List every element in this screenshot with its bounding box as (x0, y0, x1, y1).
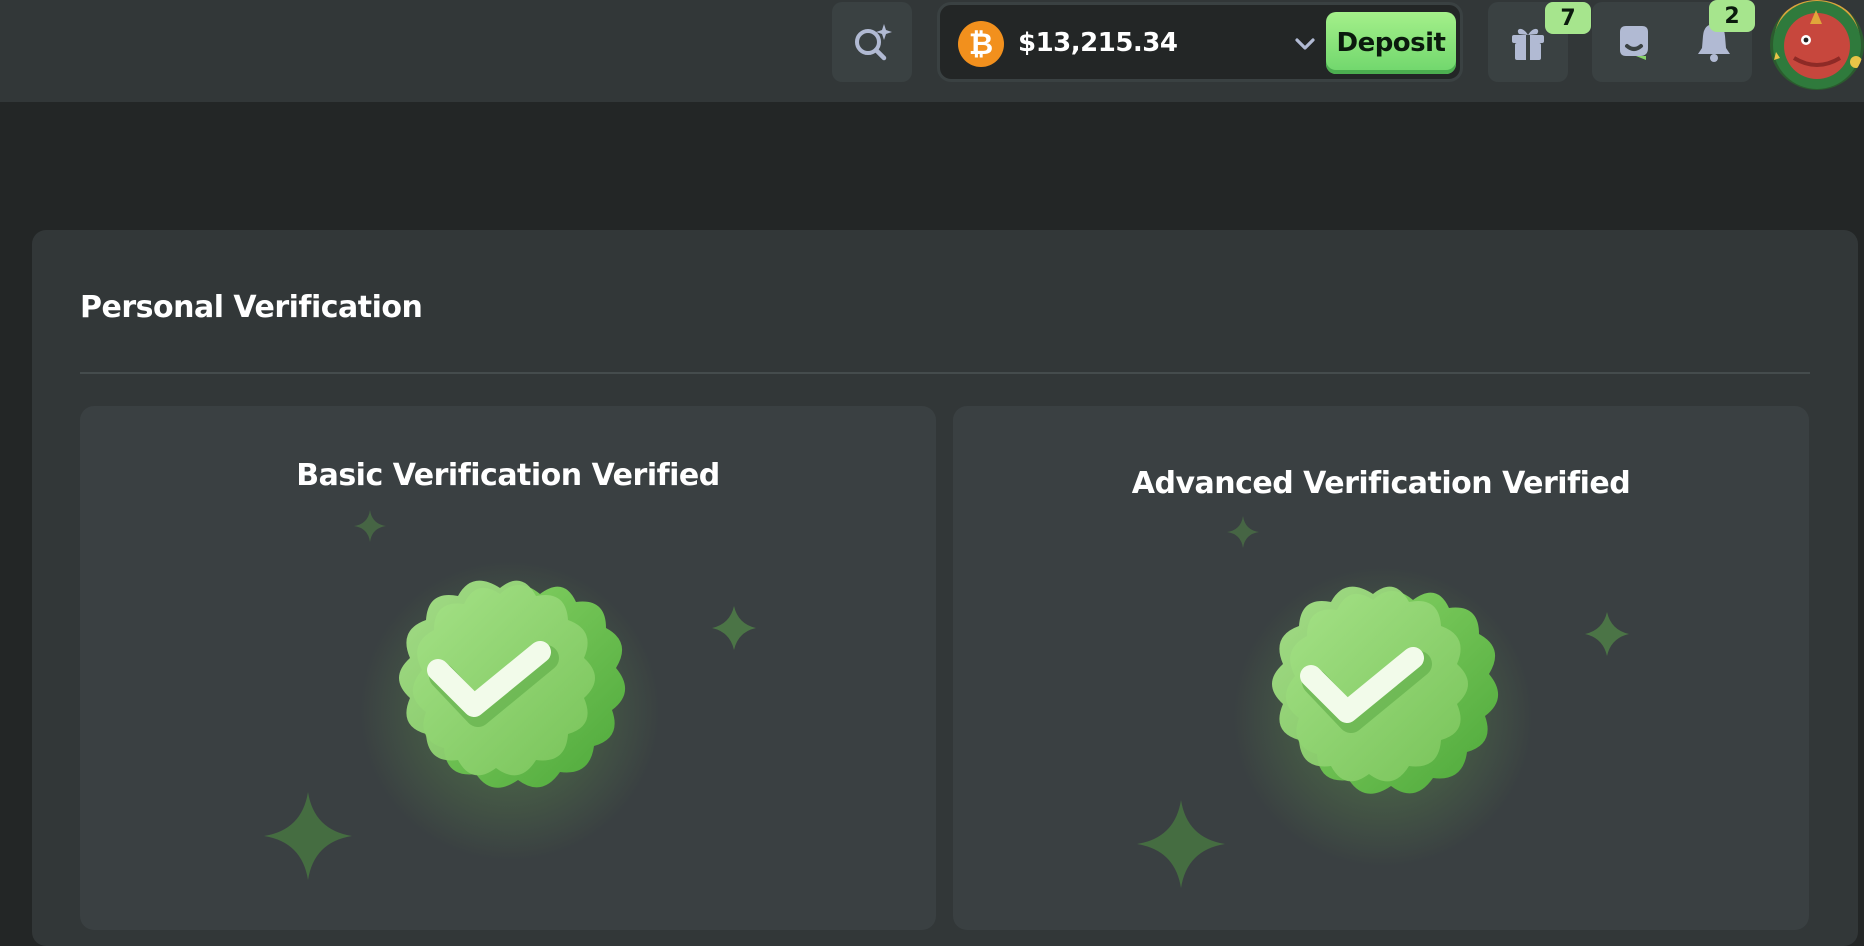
deposit-button[interactable]: Deposit (1326, 12, 1456, 74)
search-sparkle-icon (855, 24, 892, 61)
top-bar: ₿ $13,215.34 Deposit 7 2 (0, 0, 1864, 102)
verified-badge-icon (360, 561, 660, 861)
sparkle-icon (354, 510, 386, 542)
search-button[interactable] (832, 2, 912, 82)
wallet-balance: $13,215.34 (1018, 28, 1178, 58)
sparkle-icon (264, 792, 352, 880)
verified-badge-icon (1233, 567, 1533, 867)
sparkle-icon (1227, 516, 1259, 548)
basic-verification-card: Basic Verification Verified (80, 406, 936, 930)
advanced-verification-label: Advanced Verification Verified (1131, 466, 1631, 501)
notification-count-badge: 2 (1709, 0, 1755, 32)
chevron-down-icon[interactable] (1290, 29, 1320, 59)
page-title: Personal Verification (80, 290, 423, 325)
gift-count-badge: 7 (1545, 2, 1591, 34)
sparkle-icon (1585, 612, 1629, 656)
sparkle-icon (712, 606, 756, 650)
divider (80, 372, 1810, 374)
advanced-verification-card: Advanced Verification Verified (953, 406, 1809, 930)
sparkle-icon (1137, 800, 1225, 888)
gift-icon (1512, 28, 1544, 60)
user-avatar[interactable] (1770, 0, 1864, 90)
basic-verification-label: Basic Verification Verified (296, 458, 720, 493)
chat-button[interactable] (1614, 22, 1654, 62)
personal-verification-panel: Personal Verification Basic Verification… (32, 230, 1858, 946)
bitcoin-icon: ₿ (958, 21, 1004, 67)
wallet-selector[interactable]: ₿ $13,215.34 Deposit (937, 2, 1463, 82)
chat-icon (1620, 26, 1648, 60)
